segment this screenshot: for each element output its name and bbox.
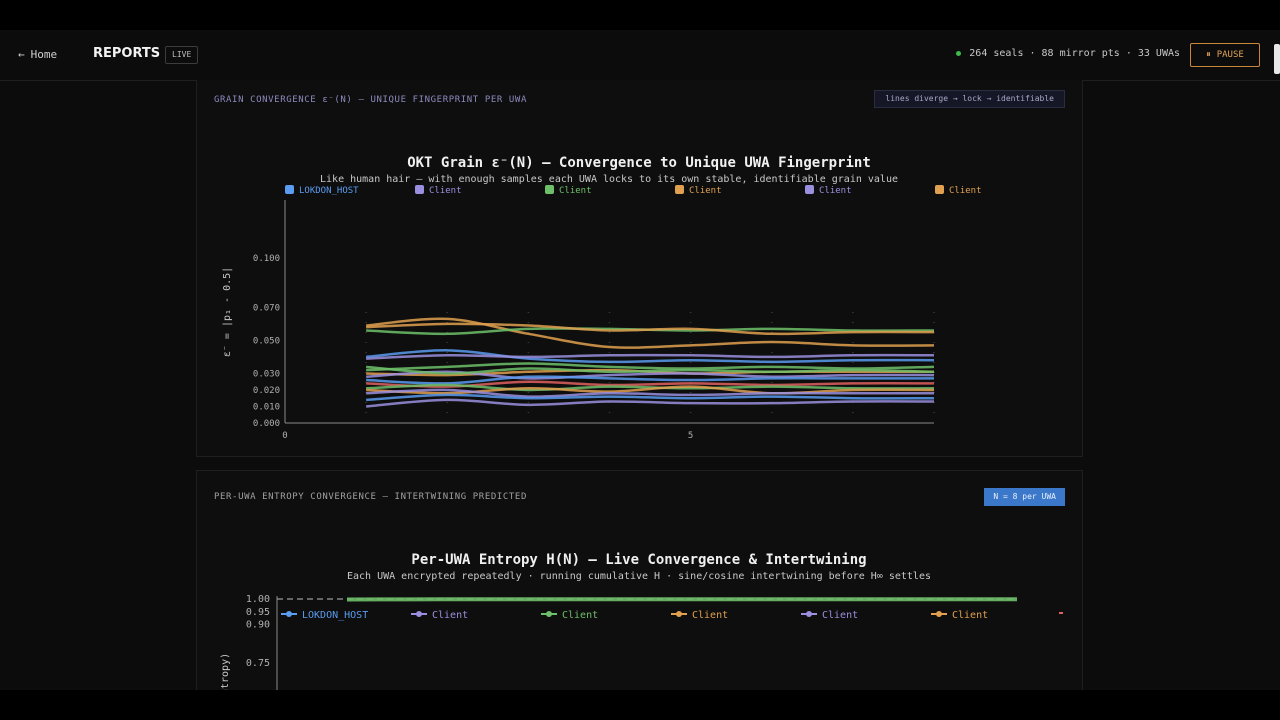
pause-button[interactable]: ⏸ PAUSE (1190, 43, 1260, 67)
y-tick-label: 0.010 (253, 402, 280, 412)
stats-text: 264 seals · 88 mirror pts · 33 UWAs (969, 48, 1180, 59)
chart-subtitle: Like human hair — with enough samples ea… (320, 174, 898, 185)
chart-title: Per-UWA Entropy H(N) — Live Convergence … (411, 552, 866, 568)
y-tick-label: 0.90 (246, 620, 270, 631)
pause-label: PAUSE (1216, 50, 1244, 60)
legend-marker (286, 611, 292, 617)
home-label: Home (30, 48, 58, 61)
x-tick-label: 5 (688, 431, 693, 441)
legend-label: Client (819, 186, 852, 196)
y-axis-label: it entropy) (220, 653, 231, 690)
legend-label: Client (689, 186, 722, 196)
legend-label: Client (692, 610, 728, 621)
status-dot-icon (956, 50, 962, 56)
entropy-chart: Per-UWA Entropy H(N) — Live Convergence … (220, 552, 1063, 690)
legend-swatch (545, 185, 554, 194)
grain-convergence-panel: GRAIN CONVERGENCE ε⁻(N) — UNIQUE FINGERP… (196, 80, 1083, 457)
chart-title: OKT Grain ε⁻(N) — Convergence to Unique … (407, 155, 871, 171)
y-axis-label: ε⁻ = |p₁ - 0.5| (222, 267, 233, 357)
back-arrow-icon: ← (18, 48, 25, 61)
legend-swatch (285, 185, 294, 194)
series-line (366, 398, 935, 408)
pause-icon: ⏸ (1206, 50, 1211, 60)
legend-swatch (675, 185, 684, 194)
legend-label: LOKDON_HOST (299, 186, 359, 196)
legend-label: Client (429, 186, 462, 196)
series-line (366, 353, 935, 360)
scrollbar[interactable] (1274, 44, 1280, 74)
chart-subtitle: Each UWA encrypted repeatedly · running … (347, 571, 931, 582)
legend-label: Client (432, 610, 468, 621)
series-line (366, 322, 935, 336)
y-tick-label: 0.95 (246, 607, 270, 618)
top-bar: ← Home REPORTS LIVE 264 seals · 88 mirror… (0, 30, 1280, 81)
legend-marker (936, 611, 942, 617)
legend-label: Client (562, 610, 598, 621)
legend-marker (806, 611, 812, 617)
y-tick-label: 1.00 (246, 594, 270, 605)
legend-swatch (805, 185, 814, 194)
legend-swatch (415, 185, 424, 194)
legend-marker (416, 611, 422, 617)
page-title: REPORTS (93, 46, 161, 61)
legend-marker (676, 611, 682, 617)
y-tick-label: 0.75 (246, 658, 270, 669)
legend-swatch (935, 185, 944, 194)
legend-label: Client (952, 610, 988, 621)
y-tick-label: 0.070 (253, 303, 280, 313)
x-tick-label: 0 (282, 431, 287, 441)
legend-label: Client (822, 610, 858, 621)
live-badge: LIVE (165, 46, 199, 64)
y-tick-label: 0.000 (253, 419, 280, 429)
y-tick-label: 0.100 (253, 254, 280, 264)
legend-marker (546, 611, 552, 617)
stats-summary: 264 seals · 88 mirror pts · 33 UWAs (956, 48, 1180, 59)
home-link[interactable]: ← Home (18, 48, 57, 61)
legend-label: LOKDON_HOST (302, 610, 368, 621)
y-tick-label: 0.030 (253, 369, 280, 379)
y-tick-label: 0.020 (253, 386, 280, 396)
entropy-convergence-panel: PER-UWA ENTROPY CONVERGENCE — INTERTWINI… (196, 470, 1083, 690)
grain-chart: OKT Grain ε⁻(N) — Convergence to Unique … (222, 155, 982, 456)
legend-label: Client (949, 186, 982, 196)
app-frame: ← Home REPORTS LIVE 264 seals · 88 mirror… (0, 30, 1280, 690)
x-axis-label: N — cumulative samples encrypted per UWA (477, 455, 742, 456)
legend-label: Client (559, 186, 592, 196)
y-tick-label: 0.050 (253, 336, 280, 346)
